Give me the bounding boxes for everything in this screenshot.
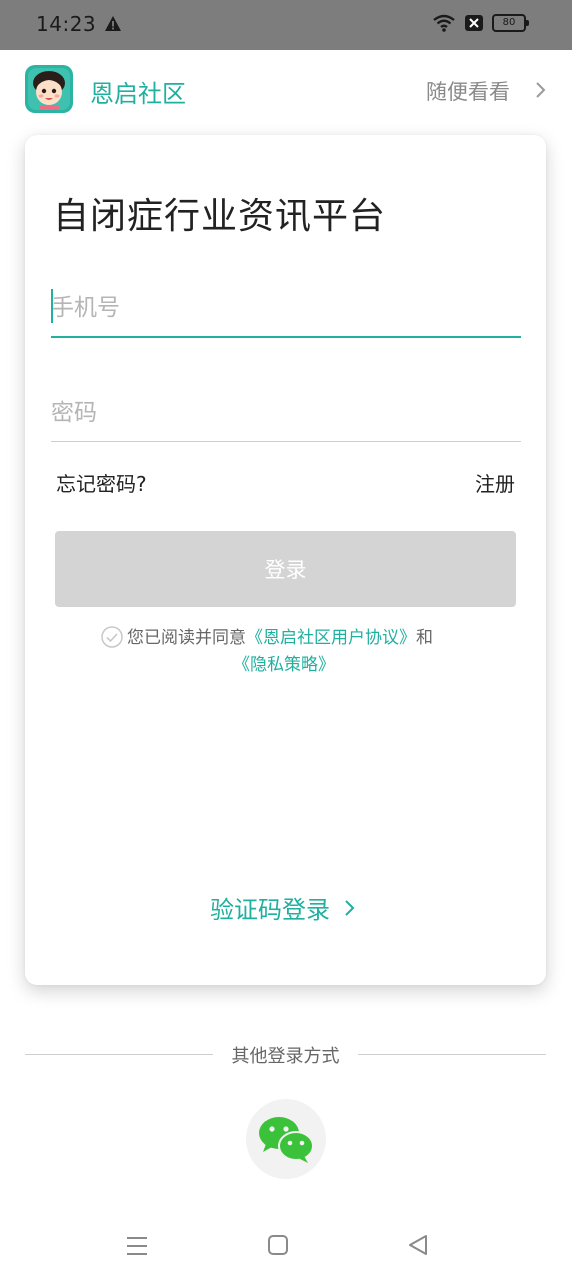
divider	[358, 1054, 546, 1055]
privacy-policy-link[interactable]: 《隐私策略》	[233, 652, 335, 679]
user-agreement-link[interactable]: 《恩启社区用户协议》	[246, 628, 416, 648]
wechat-login-button[interactable]	[246, 1099, 326, 1179]
login-button[interactable]: 登录	[55, 531, 516, 607]
text-cursor	[51, 289, 53, 323]
browse-link[interactable]: 随便看看	[426, 76, 510, 106]
agreement-text: 您已阅读并同意《恩启社区用户协议》和	[127, 625, 433, 652]
other-login-label: 其他登录方式	[231, 1046, 340, 1067]
back-icon[interactable]	[406, 1233, 430, 1257]
app-header: 恩启社区 随便看看	[0, 50, 572, 130]
status-icons: 80	[432, 13, 529, 33]
battery-icon: 80	[492, 14, 529, 32]
sms-login-link[interactable]: 验证码登录	[210, 890, 356, 925]
chevron-right-icon	[345, 899, 355, 916]
password-input[interactable]	[51, 385, 521, 442]
no-sim-icon	[465, 15, 483, 31]
chevron-right-icon[interactable]	[534, 80, 548, 100]
register-link[interactable]: 注册	[475, 468, 515, 497]
status-time: 14:23	[36, 12, 97, 36]
wechat-icon	[259, 1117, 314, 1163]
agree-checkbox[interactable]	[101, 626, 123, 648]
page-title: 自闭症行业资讯平台	[53, 196, 387, 237]
menu-icon[interactable]	[124, 1233, 150, 1259]
child-face-icon	[28, 68, 70, 110]
phone-input[interactable]	[51, 280, 521, 338]
login-card: 自闭症行业资讯平台 忘记密码? 注册 登录 您已阅读并同意《恩启社区用户协议》和…	[25, 135, 546, 985]
wifi-icon	[433, 14, 455, 32]
agree-prefix: 您已阅读并同意	[127, 628, 246, 648]
app-name: 恩启社区	[90, 80, 186, 108]
status-bar: 14:23 80	[0, 0, 572, 50]
system-nav-bar	[0, 1215, 572, 1280]
other-login-divider: 其他登录方式	[25, 1042, 546, 1068]
home-icon[interactable]	[266, 1233, 290, 1257]
app-logo	[25, 65, 73, 113]
agree-and: 和	[416, 628, 433, 648]
warning-icon	[105, 16, 121, 31]
sms-login-label: 验证码登录	[210, 896, 330, 924]
forgot-password-link[interactable]: 忘记密码?	[56, 468, 147, 497]
